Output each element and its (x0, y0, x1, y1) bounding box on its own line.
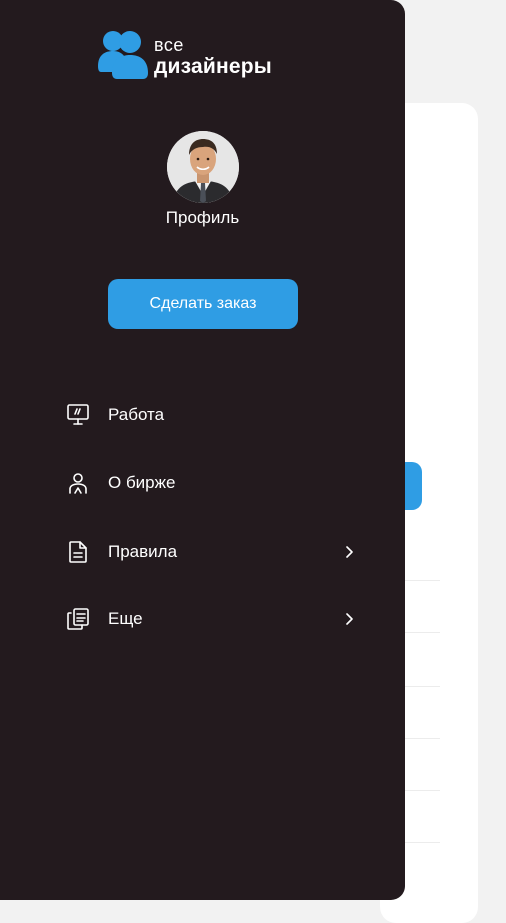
menu-item-work[interactable]: Работа (66, 395, 356, 435)
menu-item-rules[interactable]: Правила (66, 532, 356, 572)
background-divider (400, 790, 440, 791)
brand-logo[interactable]: все дизайнеры (98, 28, 318, 84)
people-logo-icon (98, 31, 148, 79)
brand-line-2: дизайнеры (154, 55, 272, 78)
background-divider (400, 686, 440, 687)
chevron-right-icon (342, 545, 356, 559)
menu-item-about[interactable]: О бирже (66, 463, 356, 503)
avatar-photo (167, 131, 239, 203)
menu-item-label: Работа (108, 405, 165, 424)
background-divider (400, 580, 440, 581)
brand-line-1: все (154, 35, 184, 55)
menu-item-label: Еще (108, 609, 143, 628)
document-icon (66, 539, 92, 565)
profile-label[interactable]: Профиль (0, 208, 405, 228)
navigation-drawer: все дизайнеры Профиль Сделать заказ Рабо… (0, 0, 405, 900)
make-order-button[interactable]: Сделать заказ (108, 279, 298, 329)
chevron-right-icon (342, 612, 356, 626)
avatar[interactable] (167, 131, 239, 203)
person-icon (66, 470, 92, 496)
copy-documents-icon (66, 606, 92, 632)
menu-item-more[interactable]: Еще (66, 599, 356, 639)
menu-item-label: О бирже (108, 473, 176, 492)
background-divider (400, 738, 440, 739)
background-divider (400, 842, 440, 843)
background-divider (400, 632, 440, 633)
menu-item-label: Правила (108, 542, 178, 561)
presentation-board-icon (66, 402, 92, 428)
